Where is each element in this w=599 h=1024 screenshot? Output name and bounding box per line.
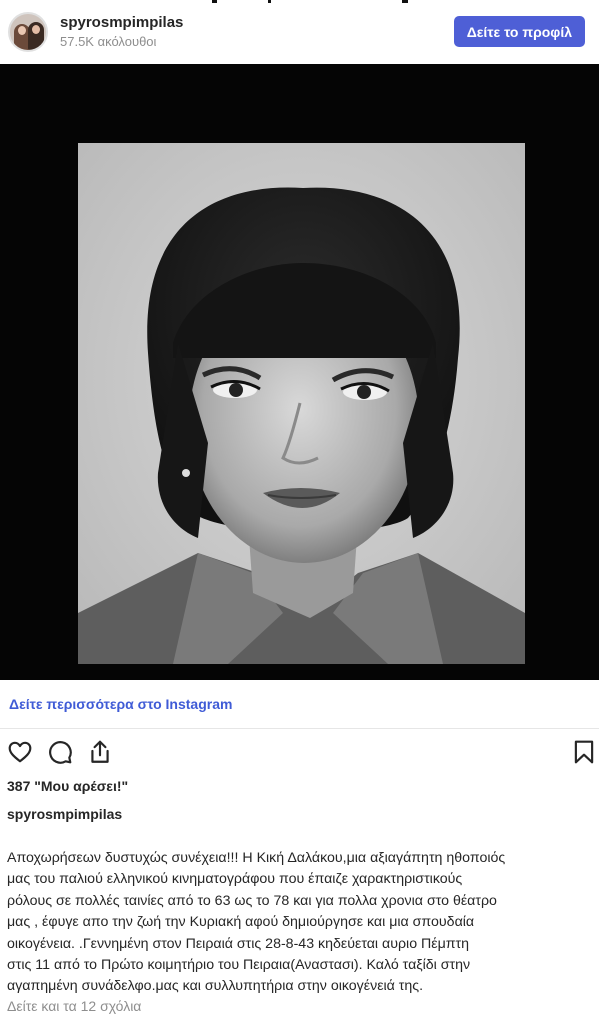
likes-count[interactable]: 387 "Μου αρέσει!" (7, 778, 128, 794)
heart-icon[interactable] (5, 737, 35, 767)
caption-line: αγαπημένη συνάδελφο.μας και συλλυπητήρια… (7, 978, 424, 995)
followers-count: 57.5K ακόλουθοι (60, 33, 157, 49)
bookmark-icon[interactable] (569, 737, 599, 767)
caption-username[interactable]: spyrosmpimpilas (7, 806, 122, 822)
view-comments-link[interactable]: Δείτε και τα 12 σχόλια (7, 998, 141, 1014)
action-bar (0, 737, 599, 771)
caption-line: οικογένεια. .Γεννημένη στον Πειραιά στις… (7, 935, 470, 952)
caption-line: Αποχωρήσεων δυστυχώς συνέχεια!!! Η Κική … (7, 850, 506, 866)
post-header: spyrosmpimpilas 57.5K ακόλουθοι Δείτε το… (0, 0, 599, 63)
avatar[interactable] (8, 11, 48, 52)
user-info: spyrosmpimpilas 57.5K ακόλουθοι (60, 14, 183, 50)
share-icon[interactable] (85, 737, 115, 767)
caption-line: μας , έφυγε απο την ζωή την Κυριακή αφού… (7, 914, 475, 931)
post-media[interactable] (0, 64, 599, 680)
post-caption: Αποχωρήσεων δυστυχώς συνέχεια!!! Η Κική … (7, 848, 595, 998)
see-more-on-instagram-link[interactable]: Δείτε περισσότερα στο Instagram (9, 696, 232, 712)
caption-line: ρόλους σε πολλές ταινίες από το 63 ως το… (7, 892, 497, 909)
username-link[interactable]: spyrosmpimpilas (60, 14, 183, 32)
caption-line: μας του παλιού ελληνικού κινηματογράφου … (7, 871, 463, 888)
caption-line: στις 11 από το Πρώτο κοιμητήριο του Πειρ… (7, 957, 471, 974)
post-photo (78, 143, 525, 664)
view-profile-button[interactable]: Δείτε το προφίλ (453, 16, 585, 47)
divider (0, 728, 599, 729)
portrait-image (78, 143, 525, 664)
comment-icon[interactable] (45, 737, 75, 767)
